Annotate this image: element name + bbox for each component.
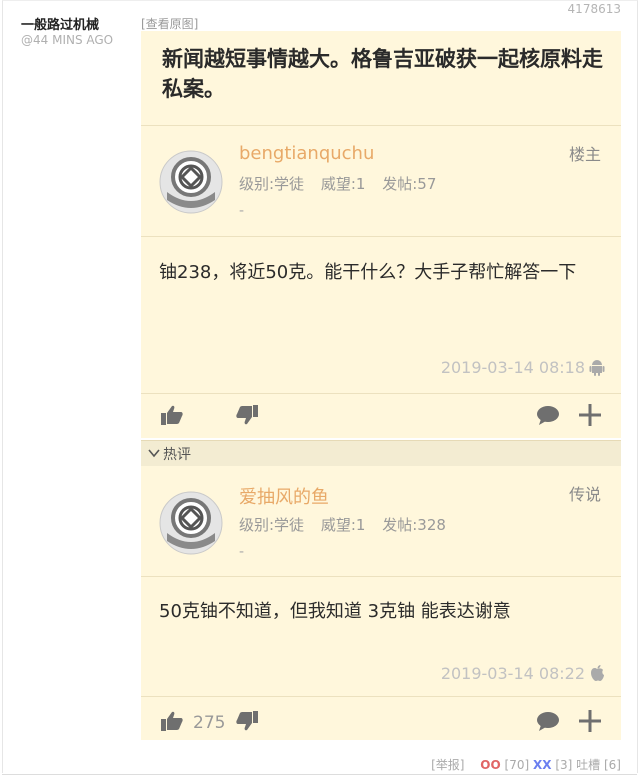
oo-count: [70] (504, 758, 530, 772)
plus-icon[interactable] (578, 404, 602, 426)
user-signature: - (239, 203, 245, 219)
divider (141, 393, 621, 394)
apple-icon (591, 665, 604, 681)
divider (2, 774, 637, 775)
comment-username[interactable]: 爱抽风的鱼 (239, 483, 329, 509)
chevron-down-icon (148, 449, 160, 458)
comment-user-meta: 级别:学徒 威望:1 发帖:57 (239, 173, 448, 194)
divider (141, 125, 621, 126)
user-prestige: 威望:1 (320, 175, 366, 193)
divider (141, 576, 621, 577)
comment-role-badge: 楼主 (568, 145, 601, 164)
like-count: 275 (193, 713, 226, 733)
comment-username[interactable]: bengtianquchu (239, 143, 374, 164)
post-time: @44 MINS AGO (21, 33, 114, 47)
user-level: 级别:学徒 (239, 516, 305, 534)
comment-timestamp: 2019-03-14 08:18 (440, 358, 585, 377)
user-prestige: 威望:1 (320, 516, 366, 534)
user-signature: - (239, 544, 245, 560)
comment-bubble-icon[interactable] (536, 404, 560, 426)
tucao-link[interactable]: 吐槽 [6] (576, 758, 621, 772)
user-level: 级别:学徒 (239, 175, 305, 193)
xx-vote-button[interactable]: XX (533, 758, 552, 772)
android-icon (589, 360, 605, 376)
user-post-count: 发帖:328 (382, 516, 446, 534)
avatar[interactable] (159, 491, 223, 555)
comment-content: 50克铀不知道，但我知道 3克铀 能表达谢意 (159, 601, 511, 622)
hot-comment-label: 热评 (163, 447, 191, 463)
avatar[interactable] (159, 150, 223, 214)
post-footer: [举报] OO [70] XX [3] 吐槽 [6] (431, 756, 621, 773)
thumbs-up-icon[interactable] (160, 710, 184, 732)
divider (141, 696, 621, 697)
hot-comment-card: 爱抽风的鱼 传说 级别:学徒 威望:1 发帖:328 - 50克铀不知道，但我知… (141, 466, 621, 740)
post-id[interactable]: 4178613 (568, 2, 621, 16)
comment-timestamp: 2019-03-14 08:22 (440, 664, 585, 683)
comment-bubble-icon[interactable] (536, 710, 560, 732)
report-link[interactable]: [举报] (431, 758, 464, 772)
hot-comment-header[interactable]: 热评 (141, 440, 621, 467)
view-source-link[interactable]: [查看原图] (141, 15, 198, 32)
thumbs-up-icon[interactable] (160, 404, 184, 426)
comment-user-meta: 级别:学徒 威望:1 发帖:328 (239, 514, 458, 535)
post-card: 新闻越短事情越大。格鲁吉亚破获一起核原料走私案。 bengtianquchu 楼… (141, 31, 621, 438)
comment-content: 铀238，将近50克。能干什么？大手子帮忙解答一下 (159, 262, 577, 283)
thumbs-down-icon[interactable] (235, 404, 259, 426)
thumbs-down-icon[interactable] (235, 710, 259, 732)
plus-icon[interactable] (578, 710, 602, 732)
post-author[interactable]: 一般路过机械 (21, 14, 99, 33)
divider (141, 236, 621, 237)
post-headline: 新闻越短事情越大。格鲁吉亚破获一起核原料走私案。 (162, 47, 603, 101)
oo-vote-button[interactable]: OO (480, 758, 500, 772)
user-post-count: 发帖:57 (382, 175, 437, 193)
comment-role-badge: 传说 (568, 485, 601, 504)
xx-count: [3] (555, 758, 573, 772)
